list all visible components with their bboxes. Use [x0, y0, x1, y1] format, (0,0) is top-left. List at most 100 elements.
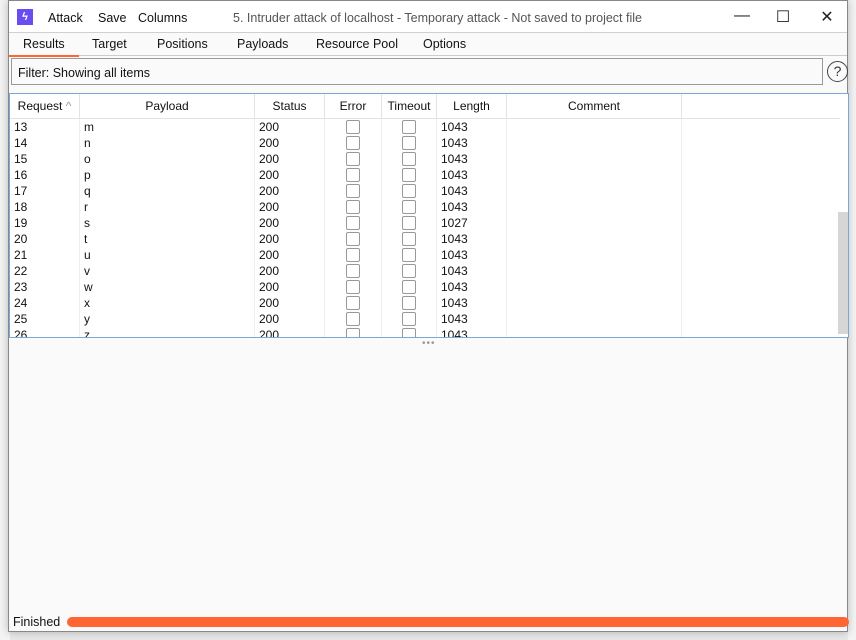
table-row[interactable]: 23 w 200 1043: [10, 279, 840, 295]
cell-timeout: [382, 279, 437, 295]
tab-options[interactable]: Options: [423, 37, 466, 51]
tab-bar: Results Target Positions Payloads Resour…: [9, 33, 847, 57]
error-checkbox: [346, 120, 360, 134]
scrollbar-thumb[interactable]: [838, 212, 848, 334]
cell-payload: q: [80, 183, 255, 199]
cell-timeout: [382, 247, 437, 263]
cell-error: [325, 119, 382, 135]
timeout-checkbox: [402, 328, 416, 337]
menu-attack[interactable]: Attack: [48, 11, 83, 25]
column-error[interactable]: Error: [325, 94, 382, 119]
cell-request: 21: [10, 247, 80, 263]
cell-timeout: [382, 135, 437, 151]
timeout-checkbox: [402, 152, 416, 166]
cell-request: 19: [10, 215, 80, 231]
menu-save[interactable]: Save: [98, 11, 127, 25]
table-row[interactable]: 26 z 200 1043: [10, 327, 840, 337]
column-status[interactable]: Status: [255, 94, 325, 119]
burp-logo-icon: ϟ: [17, 9, 33, 25]
title-bar: ϟ Attack Save Columns 5. Intruder attack…: [9, 1, 847, 33]
cell-request: 23: [10, 279, 80, 295]
timeout-checkbox: [402, 232, 416, 246]
cell-timeout: [382, 199, 437, 215]
close-icon[interactable]: ✕: [812, 7, 842, 27]
cell-payload: y: [80, 311, 255, 327]
cell-status: 200: [255, 199, 325, 215]
table-row[interactable]: 17 q 200 1043: [10, 183, 840, 199]
cell-timeout: [382, 263, 437, 279]
table-row[interactable]: 18 r 200 1043: [10, 199, 840, 215]
tab-payloads[interactable]: Payloads: [237, 37, 288, 51]
cell-status: 200: [255, 215, 325, 231]
table-row[interactable]: 25 y 200 1043: [10, 311, 840, 327]
cell-length: 1043: [437, 119, 507, 135]
error-checkbox: [346, 312, 360, 326]
error-checkbox: [346, 248, 360, 262]
cell-request: 26: [10, 327, 80, 337]
cell-error: [325, 295, 382, 311]
table-header: Request ^ Payload Status Error Timeout L…: [10, 94, 840, 119]
error-checkbox: [346, 232, 360, 246]
cell-payload: t: [80, 231, 255, 247]
cell-comment: [507, 151, 682, 167]
cell-comment: [507, 263, 682, 279]
cell-comment: [507, 247, 682, 263]
cell-length: 1043: [437, 311, 507, 327]
cell-request: 16: [10, 167, 80, 183]
results-table: Request ^ Payload Status Error Timeout L…: [9, 93, 849, 338]
timeout-checkbox: [402, 296, 416, 310]
cell-length: 1043: [437, 231, 507, 247]
cell-status: 200: [255, 263, 325, 279]
cell-request: 13: [10, 119, 80, 135]
split-pane-handle[interactable]: •••: [422, 338, 436, 349]
filter-bar[interactable]: Filter: Showing all items: [11, 58, 823, 85]
table-row[interactable]: 14 n 200 1043: [10, 135, 840, 151]
error-checkbox: [346, 168, 360, 182]
tab-target[interactable]: Target: [92, 37, 127, 51]
cell-request: 25: [10, 311, 80, 327]
tab-results[interactable]: Results: [9, 37, 79, 57]
table-row[interactable]: 15 o 200 1043: [10, 151, 840, 167]
column-request[interactable]: Request ^: [10, 94, 80, 119]
menu-columns[interactable]: Columns: [138, 11, 187, 25]
cell-length: 1043: [437, 151, 507, 167]
cell-request: 24: [10, 295, 80, 311]
cell-payload: x: [80, 295, 255, 311]
cell-length: 1027: [437, 215, 507, 231]
timeout-checkbox: [402, 264, 416, 278]
column-timeout[interactable]: Timeout: [382, 94, 437, 119]
minimize-icon[interactable]: —: [727, 7, 757, 27]
cell-request: 18: [10, 199, 80, 215]
cell-comment: [507, 135, 682, 151]
error-checkbox: [346, 200, 360, 214]
cell-timeout: [382, 119, 437, 135]
maximize-icon[interactable]: ☐: [768, 7, 798, 27]
table-row[interactable]: 13 m 200 1043: [10, 119, 840, 135]
cell-error: [325, 135, 382, 151]
cell-length: 1043: [437, 263, 507, 279]
tab-positions[interactable]: Positions: [157, 37, 208, 51]
column-payload[interactable]: Payload: [80, 94, 255, 119]
table-row[interactable]: 19 s 200 1027: [10, 215, 840, 231]
column-comment[interactable]: Comment: [507, 94, 682, 119]
cell-timeout: [382, 183, 437, 199]
cell-error: [325, 311, 382, 327]
cell-error: [325, 167, 382, 183]
cell-error: [325, 199, 382, 215]
table-row[interactable]: 16 p 200 1043: [10, 167, 840, 183]
cell-error: [325, 183, 382, 199]
cell-comment: [507, 311, 682, 327]
help-icon[interactable]: ?: [827, 61, 848, 82]
column-length[interactable]: Length: [437, 94, 507, 119]
cell-comment: [507, 231, 682, 247]
timeout-checkbox: [402, 280, 416, 294]
cell-length: 1043: [437, 135, 507, 151]
table-row[interactable]: 21 u 200 1043: [10, 247, 840, 263]
table-row[interactable]: 24 x 200 1043: [10, 295, 840, 311]
tab-resource-pool[interactable]: Resource Pool: [316, 37, 398, 51]
cell-request: 22: [10, 263, 80, 279]
table-row[interactable]: 22 v 200 1043: [10, 263, 840, 279]
table-row[interactable]: 20 t 200 1043: [10, 231, 840, 247]
cell-status: 200: [255, 119, 325, 135]
timeout-checkbox: [402, 200, 416, 214]
